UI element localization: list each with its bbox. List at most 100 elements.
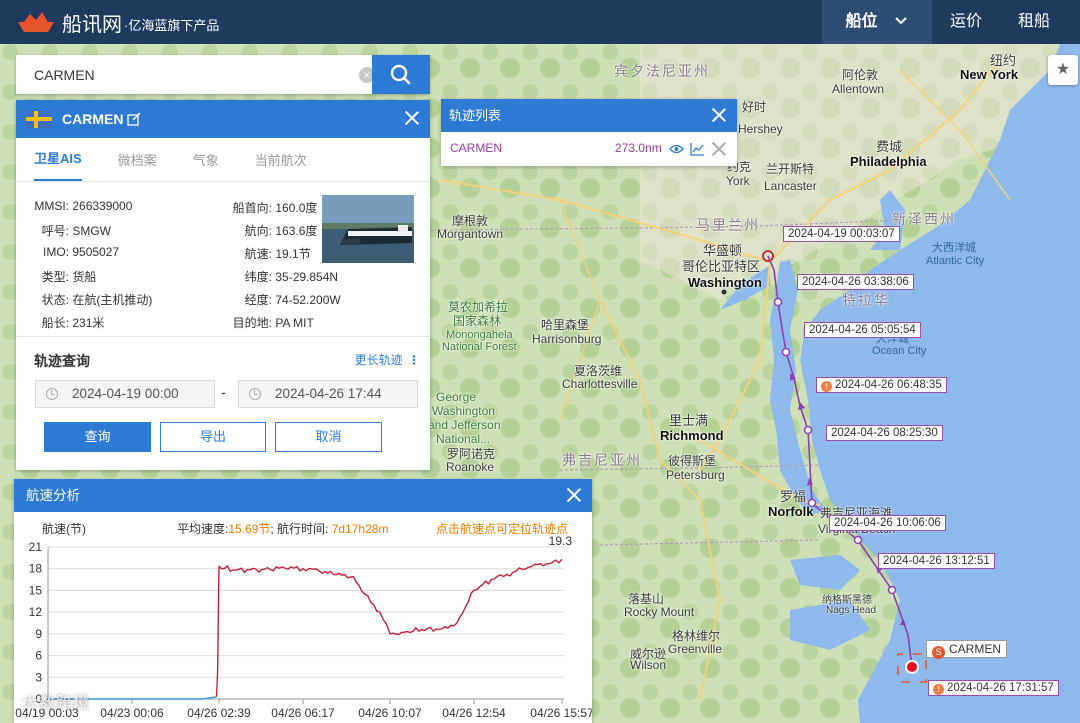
field-length: 船长: 231米 xyxy=(41,316,105,330)
track-distance: 273.0nm xyxy=(615,141,662,155)
tab-satellite-ais[interactable]: 卫星AIS xyxy=(34,148,82,181)
clock-icon xyxy=(249,388,261,400)
tab-profile[interactable]: 微档案 xyxy=(118,150,157,181)
nav-item-position[interactable]: 船位 xyxy=(821,0,932,44)
speed-series-line xyxy=(215,558,563,697)
cancel-button[interactable]: 取消 xyxy=(275,422,382,452)
y-tick-label: 18 xyxy=(29,562,43,576)
nav-item-freight[interactable]: 运价 xyxy=(932,0,1000,44)
x-tick-label: 04/26 02:39 xyxy=(187,706,251,720)
close-icon[interactable] xyxy=(402,108,422,128)
y-tick-label: 3 xyxy=(35,670,42,684)
map-label: 马里兰州 xyxy=(696,217,760,233)
track-list-header: 轨迹列表 xyxy=(441,99,737,132)
field-speed: 航速: 19.1节 xyxy=(244,247,311,261)
track-point-label[interactable]: ! 2024-04-26 17:31:57 xyxy=(928,680,1059,696)
map-label: 宾夕法尼亚州 xyxy=(614,63,710,79)
x-tick-label: 04/26 12:54 xyxy=(442,706,506,720)
ship-badge-icon: S xyxy=(932,646,945,659)
speed-analysis-panel: 航速分析 航速(节) 平均速度:15.69节; 航行时间: 7d17h28m 点… xyxy=(14,479,592,723)
list-item[interactable]: CARMEN 273.0nm xyxy=(441,132,737,166)
watermark: 大数跨境 xyxy=(22,695,91,712)
field-destination: 目的地: PA MIT xyxy=(232,316,314,330)
remove-track-icon[interactable] xyxy=(709,139,729,159)
logo-text: 船讯网 xyxy=(62,11,122,36)
map-label: New York xyxy=(960,67,1019,82)
warning-icon: ! xyxy=(821,381,832,392)
close-icon[interactable] xyxy=(564,485,584,505)
map-label: 罗阿诺克 xyxy=(447,447,496,461)
search-button[interactable] xyxy=(372,55,430,94)
x-tick-label: 04/26 10:07 xyxy=(358,706,422,720)
map-label: Philadelphia xyxy=(850,154,927,169)
x-tick-label: 04/26 15:57 xyxy=(530,706,592,720)
eye-icon[interactable] xyxy=(669,142,684,156)
edit-icon[interactable] xyxy=(127,112,141,126)
track-point-label[interactable]: 2024-04-26 03:38:06 xyxy=(797,274,914,290)
tab-current-voyage[interactable]: 当前航次 xyxy=(255,150,307,181)
track-point-label[interactable]: ! 2024-04-26 06:48:35 xyxy=(816,377,947,393)
map-label: 罗福 xyxy=(780,489,807,504)
search-bar: × xyxy=(16,55,430,94)
map-label: 摩根敦 xyxy=(452,214,489,228)
track-vessel-name: CARMEN xyxy=(450,141,503,155)
map-label: York xyxy=(726,174,750,188)
map-label: and Jefferson xyxy=(428,418,501,432)
field-mmsi: MMSI: 266339000 xyxy=(34,199,133,213)
search-icon xyxy=(390,64,411,85)
tab-weather[interactable]: 气象 xyxy=(193,150,219,181)
map-label: 纽约 xyxy=(990,53,1017,68)
track-query-title: 轨迹查询 xyxy=(34,353,90,369)
ship-name-label[interactable]: S CARMEN xyxy=(926,640,1008,659)
field-latitude: 纬度: 35-29.854N xyxy=(244,270,339,284)
map-label: Washington xyxy=(432,404,495,418)
field-heading: 船首向: 160.0度 xyxy=(232,201,318,215)
map-label: Norfolk xyxy=(768,504,814,519)
map-label: Lancaster xyxy=(764,179,817,193)
close-icon[interactable] xyxy=(709,105,729,125)
map-label: 阿伦敦 xyxy=(842,68,879,82)
map-label: 费城 xyxy=(876,139,903,154)
track-point-label[interactable]: 2024-04-19 00:03:07 xyxy=(783,226,900,242)
end-date-input[interactable]: 2024-04-26 17:44 xyxy=(238,380,418,408)
ship-photo[interactable] xyxy=(322,195,414,263)
field-imo: IMO: 9505027 xyxy=(43,245,120,259)
logo[interactable]: 船讯网 ·亿海蓝旗下产品 xyxy=(0,0,219,44)
map-label: 格林维尔 xyxy=(672,629,721,643)
map-label: Washington xyxy=(688,275,762,290)
map-label: Hershey xyxy=(738,122,783,136)
vessel-name: CARMEN xyxy=(62,111,124,127)
y-tick-label: 15 xyxy=(29,583,43,597)
track-point-label[interactable]: 2024-04-26 08:25:30 xyxy=(826,425,943,441)
query-button[interactable]: 查询 xyxy=(44,422,151,452)
search-input[interactable] xyxy=(16,55,372,94)
chart-icon[interactable] xyxy=(690,142,705,156)
map-label: National Forest xyxy=(442,341,517,353)
map-label: 夏洛茨维 xyxy=(574,364,623,378)
map-label: 大西洋城 xyxy=(932,242,976,254)
map-label: 华盛顿 xyxy=(703,243,743,258)
map-label: 哥伦比亚特区 xyxy=(682,259,761,274)
track-list-panel: 轨迹列表 CARMEN 273.0nm xyxy=(441,99,737,166)
map-label: 落基山 xyxy=(628,592,665,606)
start-date-input[interactable]: 2024-04-19 00:00 xyxy=(35,380,215,408)
longer-track-link[interactable]: 更长轨迹 ⋮ xyxy=(355,351,420,368)
track-point-label[interactable]: 2024-04-26 05:05:54 xyxy=(804,322,921,338)
map-label: Harrisonburg xyxy=(532,332,602,346)
track-point-label[interactable]: 2024-04-26 10:06:06 xyxy=(829,515,946,531)
map-label: Greenville xyxy=(668,642,723,656)
star-icon[interactable]: ★ xyxy=(1048,55,1078,85)
x-tick-label: 04/26 06:17 xyxy=(271,706,335,720)
clock-icon xyxy=(46,388,58,400)
export-button[interactable]: 导出 xyxy=(160,422,266,452)
vessel-header: CARMEN xyxy=(16,100,430,138)
speed-analysis-title: 航速分析 xyxy=(26,488,80,503)
map-label: 里士满 xyxy=(669,413,709,428)
map-label: Roanoke xyxy=(446,460,495,474)
speed-chart[interactable]: 03691215182104/19 00:03 04/23 00:06 04/26 … xyxy=(14,512,592,723)
map-label: Nags Head xyxy=(826,605,877,616)
logo-subtitle: ·亿海蓝旗下产品 xyxy=(124,17,220,33)
nav-item-charter[interactable]: 租船 xyxy=(1000,0,1080,44)
field-callsign: 呼号: SMGW xyxy=(41,224,112,238)
track-point-label[interactable]: 2024-04-26 13:12:51 xyxy=(878,553,995,569)
